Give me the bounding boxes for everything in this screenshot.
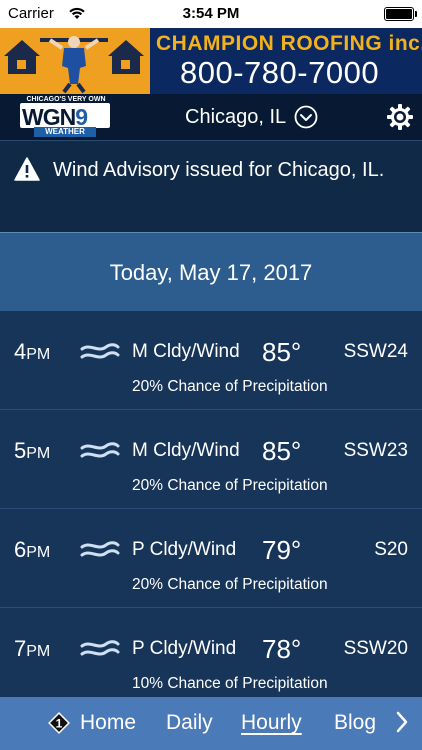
date-header: Today, May 17, 2017 — [0, 232, 422, 311]
hourly-row[interactable]: 5PM M Cldy/Wind 85° SSW23 20% Chance of Prec… — [0, 410, 422, 509]
wind-icon — [80, 640, 120, 656]
hourly-row[interactable]: 6PM P Cldy/Wind 79° S20 20% Chance of Precip… — [0, 509, 422, 608]
status-bar: Carrier 3:54 PM — [0, 0, 422, 28]
hourly-row[interactable]: 7PM P Cldy/Wind 78° SSW20 10% Chance of Prec… — [0, 608, 422, 707]
temperature: 85° — [262, 436, 302, 466]
date-label: Today, May 17, 2017 — [109, 260, 313, 285]
wind-icon — [80, 541, 120, 557]
temperature: 85° — [262, 337, 302, 367]
hour-label: 6PM — [14, 537, 51, 562]
ad-phone-number: 800-780-7000 — [180, 55, 380, 90]
app-header: CHICAGO'S VERY OWN WGN9 WEATHER Chicago,… — [0, 94, 422, 140]
hourly-row[interactable]: 4PM M Cldy/Wind 85° SSW24 20% Chance of Prec… — [0, 311, 422, 410]
gear-icon[interactable] — [386, 103, 414, 131]
clock: 3:54 PM — [182, 5, 240, 22]
wind-label: S20 — [374, 539, 408, 560]
logo-tagline: CHICAGO'S VERY OWN — [26, 96, 106, 103]
ad-company-name: CHAMPION ROOFING inc. — [156, 32, 422, 55]
chevron-right-icon[interactable] — [394, 710, 410, 734]
wind-advisory-alert[interactable]: Wind Advisory issued for Chicago, IL. — [0, 140, 422, 232]
wind-icon — [80, 442, 120, 458]
hour-label: 7PM — [14, 636, 51, 661]
nav-daily[interactable]: Daily — [166, 711, 213, 735]
logo-subtitle: WEATHER — [34, 127, 96, 137]
ad-banner[interactable]: CHAMPION ROOFING inc. 800-780-7000 — [0, 28, 422, 94]
temperature: 79° — [262, 535, 302, 565]
wind-label: SSW24 — [343, 341, 408, 362]
precipitation-label: 20% Chance of Precipitation — [132, 477, 328, 494]
condition-label: M Cldy/Wind — [132, 440, 240, 461]
condition-label: P Cldy/Wind — [132, 539, 237, 560]
nav-blog[interactable]: Blog — [334, 711, 376, 735]
precipitation-label: 10% Chance of Precipitation — [132, 675, 328, 692]
wgn-weather-logo[interactable]: CHICAGO'S VERY OWN WGN9 WEATHER — [20, 94, 112, 138]
precipitation-label: 20% Chance of Precipitation — [132, 576, 328, 593]
warning-icon — [14, 157, 40, 181]
precipitation-label: 20% Chance of Precipitation — [132, 378, 328, 395]
wind-label: SSW23 — [343, 440, 408, 461]
alert-text: Wind Advisory issued for Chicago, IL. — [53, 159, 385, 181]
nav-home[interactable]: Home — [80, 711, 136, 735]
location-label[interactable]: Chicago, IL — [185, 106, 286, 129]
condition-label: P Cldy/Wind — [132, 638, 237, 659]
hour-label: 4PM — [14, 339, 51, 364]
ad-image — [0, 28, 150, 94]
battery-icon — [384, 7, 417, 21]
hour-label: 5PM — [14, 438, 51, 463]
svg-text:1: 1 — [56, 717, 63, 731]
nav-hourly[interactable]: Hourly — [241, 711, 302, 735]
chevron-down-circle-icon[interactable] — [294, 105, 318, 129]
wind-icon — [80, 343, 120, 359]
bottom-nav: 1 Home Daily Hourly Blog — [0, 697, 422, 750]
ad-illustration — [4, 36, 144, 94]
notification-badge[interactable]: 1 — [48, 712, 70, 734]
wind-label: SSW20 — [343, 638, 408, 659]
condition-label: M Cldy/Wind — [132, 341, 240, 362]
temperature: 78° — [262, 634, 302, 664]
